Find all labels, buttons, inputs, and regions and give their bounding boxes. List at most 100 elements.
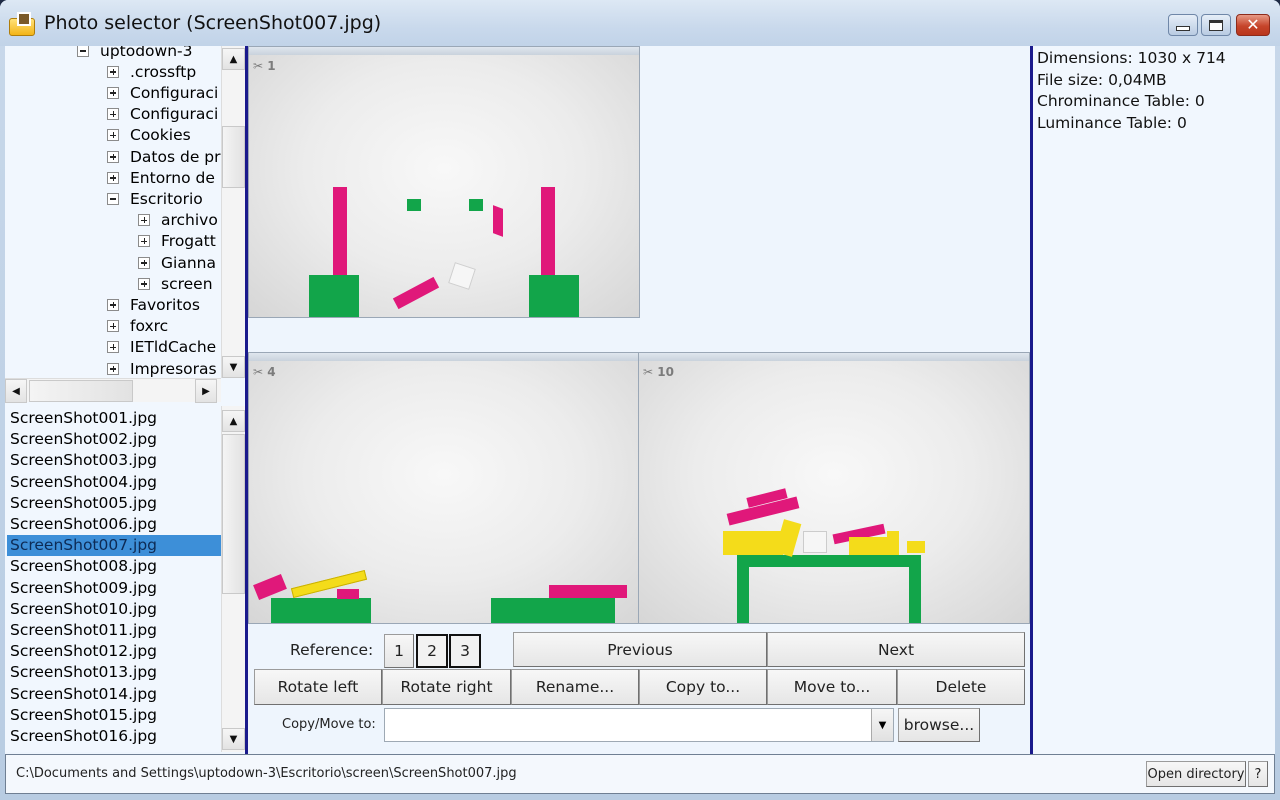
file-list-item[interactable]: ScreenShot004.jpg (7, 472, 221, 493)
green-base-block (309, 275, 359, 317)
copy-move-destination-combo[interactable]: ▼ (384, 708, 894, 742)
rotate-right-button[interactable]: Rotate right (382, 669, 511, 705)
file-list-item[interactable]: ScreenShot016.jpg (7, 726, 221, 747)
file-list-item[interactable]: ScreenShot011.jpg (7, 620, 221, 641)
expand-icon[interactable] (138, 256, 150, 269)
green-platform (491, 598, 615, 623)
tree-item[interactable]: IETldCache (107, 337, 221, 358)
chevron-down-icon: ▼ (878, 719, 887, 731)
tree-item[interactable]: foxrc (107, 316, 221, 337)
scroll-down-button[interactable]: ▼ (222, 728, 245, 750)
file-list-scrollbar[interactable]: ▲ ▼ (221, 406, 245, 752)
current-image-preview[interactable]: ✂ 1 (248, 46, 640, 318)
expand-icon[interactable] (107, 362, 119, 375)
expand-icon[interactable] (138, 235, 150, 248)
rotate-left-button[interactable]: Rotate left (254, 669, 382, 705)
tree-item[interactable]: Impresoras (107, 358, 221, 379)
file-list-item[interactable]: ScreenShot008.jpg (7, 556, 221, 577)
tree-item[interactable]: .crossftp (107, 61, 221, 82)
file-list-item[interactable]: ScreenShot002.jpg (7, 429, 221, 450)
reference-image-left[interactable]: ✂ 4 (248, 352, 640, 624)
file-list-item[interactable]: ScreenShot001.jpg (7, 408, 221, 429)
browse-button[interactable]: browse... (898, 708, 980, 742)
previous-button[interactable]: Previous (513, 632, 767, 667)
expand-icon[interactable] (107, 171, 119, 184)
close-button[interactable]: ✕ (1236, 14, 1270, 36)
file-list-item[interactable]: ScreenShot003.jpg (7, 450, 221, 471)
tree-item[interactable]: Cookies (107, 125, 221, 146)
tree-item[interactable]: Datos de pr (107, 146, 221, 167)
help-button[interactable]: ? (1248, 761, 1268, 787)
collapse-icon[interactable] (107, 192, 119, 205)
copy-to-button[interactable]: Copy to... (639, 669, 767, 705)
file-list-item[interactable]: ScreenShot010.jpg (7, 599, 221, 620)
arrow-up-icon: ▲ (229, 415, 238, 427)
tree-item[interactable]: Configuraci (107, 82, 221, 103)
tree-vertical-scrollbar[interactable]: ▲ ▼ (221, 46, 245, 378)
close-icon: ✕ (1246, 15, 1260, 34)
scroll-up-button[interactable]: ▲ (222, 410, 245, 432)
arrow-left-icon: ◀ (12, 385, 20, 397)
expand-icon[interactable] (107, 341, 119, 354)
folder-tree[interactable]: Impresoras IETldCache foxrc Favoritos screen… (5, 46, 245, 406)
expand-icon[interactable] (107, 65, 119, 78)
file-list-item[interactable]: ScreenShot009.jpg (7, 578, 221, 599)
file-list-item[interactable]: ScreenShot015.jpg (7, 705, 221, 726)
tree-item[interactable]: Escritorio (107, 188, 221, 209)
scroll-left-button[interactable]: ◀ (5, 379, 27, 403)
app-folder-icon (9, 12, 37, 36)
dropdown-button[interactable]: ▼ (871, 709, 893, 741)
expand-icon[interactable] (138, 214, 150, 227)
maximize-button[interactable] (1201, 14, 1231, 36)
scroll-right-button[interactable]: ▶ (195, 379, 217, 403)
delete-button[interactable]: Delete (897, 669, 1025, 705)
magenta-plank (549, 585, 627, 598)
tree-item[interactable]: Configuraci (107, 104, 221, 125)
collapse-icon[interactable] (77, 46, 89, 57)
reference-3-button[interactable]: 3 (449, 634, 481, 668)
scroll-down-button[interactable]: ▼ (222, 356, 245, 378)
move-to-button[interactable]: Move to... (767, 669, 897, 705)
expand-icon[interactable] (138, 277, 150, 290)
scroll-thumb[interactable] (29, 380, 133, 402)
scroll-up-button[interactable]: ▲ (222, 48, 245, 70)
file-list-item[interactable]: ScreenShot013.jpg (7, 662, 221, 683)
expand-icon[interactable] (107, 86, 119, 99)
scroll-thumb[interactable] (222, 434, 245, 594)
reference-2-button[interactable]: 2 (416, 634, 448, 668)
open-directory-button[interactable]: Open directory (1146, 761, 1246, 787)
file-list-item[interactable]: ScreenShot014.jpg (7, 684, 221, 705)
scroll-thumb[interactable] (222, 126, 245, 188)
reference-image-right[interactable]: ✂ 10 (638, 352, 1030, 624)
expand-icon[interactable] (107, 108, 119, 121)
tree-item-label: Escritorio (130, 189, 203, 208)
tree-item[interactable]: Frogatt (138, 231, 221, 252)
luminance-text: Luminance Table: 0 (1037, 113, 1187, 132)
tree-item[interactable]: Favoritos (107, 294, 221, 315)
title-bar[interactable]: Photo selector (ScreenShot007.jpg) ✕ (0, 0, 1280, 46)
yellow-rubble (907, 541, 925, 553)
rename-button[interactable]: Rename... (511, 669, 639, 705)
next-button[interactable]: Next (767, 632, 1025, 667)
file-list-item[interactable]: ScreenShot005.jpg (7, 493, 221, 514)
tree-item[interactable]: screen (138, 273, 221, 294)
minimize-button[interactable] (1168, 14, 1198, 36)
file-list[interactable]: ScreenShot016.jpg ScreenShot015.jpg Screen… (5, 406, 245, 752)
tree-item[interactable]: Entorno de (107, 167, 221, 188)
file-list-item[interactable]: ScreenShot006.jpg (7, 514, 221, 535)
tree-item[interactable]: archivo (138, 210, 221, 231)
tree-item[interactable]: Gianna (138, 252, 221, 273)
score-counter: ✂ 1 (253, 59, 276, 73)
expand-icon[interactable] (107, 320, 119, 333)
tree-item-label: foxrc (130, 317, 169, 336)
tree-horizontal-scrollbar[interactable]: ◀ ▶ (5, 378, 221, 403)
tree-item-label: Gianna (161, 253, 216, 272)
file-list-item[interactable]: ScreenShot007.jpg (7, 535, 221, 557)
maximize-icon (1209, 19, 1223, 31)
file-list-item[interactable]: ScreenShot012.jpg (7, 641, 221, 662)
expand-icon[interactable] (107, 150, 119, 163)
expand-icon[interactable] (107, 129, 119, 142)
expand-icon[interactable] (107, 298, 119, 311)
reference-1-button[interactable]: 1 (384, 634, 414, 668)
tree-item[interactable]: uptodown-3 (77, 46, 221, 61)
